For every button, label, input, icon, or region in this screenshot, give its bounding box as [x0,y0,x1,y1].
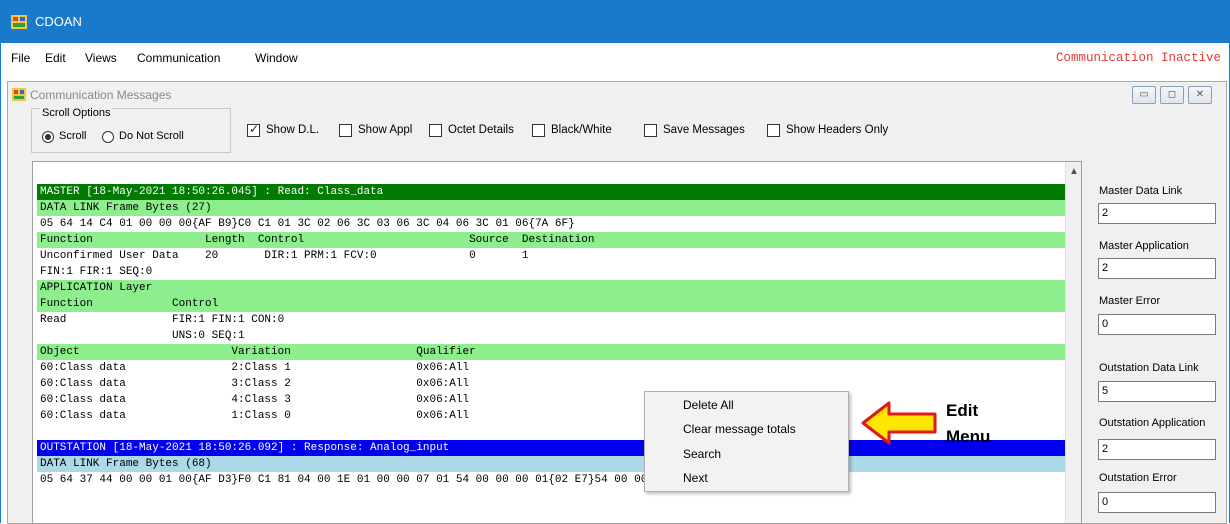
close-button[interactable]: ✕ [1188,86,1212,104]
object-row-text: 60:Class data 1:Class 0 0x06:All [40,410,470,422]
outstation-header-text: OUTSTATION [18-May-2021 18:50:26.092] : … [40,442,450,454]
bytes-row: 05 64 14 C4 01 00 00 00{AF B9}C0 C1 01 3… [37,216,1065,232]
menu-window[interactable]: Window [255,51,298,65]
minimize-button[interactable]: ▭ [1132,86,1156,104]
app-uns-row: UNS:0 SEQ:1 [37,328,1065,344]
edit-context-menu: Delete All Clear message totals Search N… [644,391,849,492]
app-read-text: Read FIR:1 FIN:1 CON:0 [40,314,285,326]
message-log-panel[interactable]: MASTER [18-May-2021 18:50:26.045] : Read… [32,161,1082,524]
outstation-error-label: Outstation Error [1099,472,1177,484]
scroll-options-legend: Scroll Options [40,107,113,119]
dl-columns-row: Function Length Control Source Destinati… [37,232,1065,248]
vertical-scrollbar[interactable]: ▲ [1065,162,1081,523]
dl-columns-text: Function Length Control Source Destinati… [40,234,595,246]
menu-item-search[interactable]: Search [683,447,721,461]
master-data-link-label: Master Data Link [1099,185,1183,197]
dl-frame-row: DATA LINK Frame Bytes (27) [37,200,1065,216]
outstation-data-link-label: Outstation Data Link [1099,362,1199,374]
maximize-button[interactable]: ◻ [1160,86,1184,104]
outstation-application-label: Outstation Application [1099,417,1206,429]
do-not-scroll-radio[interactable] [102,131,114,143]
child-title-bar: Communication Messages ▭ ◻ ✕ [8,82,1226,108]
object-columns-text: Object Variation Qualifier [40,346,476,358]
outstation-error-field[interactable]: 0 [1098,492,1216,513]
menu-bar: File Edit Views Communication Window Com… [1,43,1229,73]
object-row-text: 60:Class data 4:Class 3 0x06:All [40,394,470,406]
do-not-scroll-radio-label: Do Not Scroll [119,130,184,142]
menu-item-next[interactable]: Next [683,471,708,485]
outstation-application-field[interactable]: 2 [1098,439,1216,460]
black-white-label: Black/White [551,124,612,136]
maximize-icon: ◻ [1167,89,1177,100]
menu-item-delete-all[interactable]: Delete All [683,398,734,412]
close-icon: ✕ [1195,89,1205,100]
octet-details-checkbox[interactable] [429,124,442,137]
master-data-link-field[interactable]: 2 [1098,203,1216,224]
menu-file[interactable]: File [11,51,30,65]
app-columns-text: Function Control [40,298,219,310]
scroll-up-arrow-icon[interactable]: ▲ [1069,166,1079,177]
child-window-title: Communication Messages [30,88,172,102]
fin-row: FIN:1 FIR:1 SEQ:0 [37,264,1065,280]
outstation-dl-frame-text: DATA LINK Frame Bytes (68) [40,458,212,470]
menu-edit[interactable]: Edit [45,51,66,65]
app-read-row: Read FIR:1 FIN:1 CON:0 [37,312,1065,328]
window-title: CDOAN [35,14,82,29]
show-dl-checkbox[interactable] [247,122,260,137]
black-white-checkbox[interactable] [532,124,545,137]
show-dl-label: Show D.L. [266,124,320,136]
master-error-field[interactable]: 0 [1098,314,1216,335]
show-headers-only-checkbox[interactable] [767,124,780,137]
object-columns-row: Object Variation Qualifier [37,344,1065,360]
annotation-arrow-icon [861,401,937,445]
dl-values-text: Unconfirmed User Data 20 DIR:1 PRM:1 FCV… [40,250,529,262]
object-row-text: 60:Class data 3:Class 2 0x06:All [40,378,470,390]
scroll-radio[interactable] [42,131,54,143]
outstation-bytes-row: 05 64 37 44 00 00 01 00{AF D3}F0 C1 81 0… [37,472,1065,488]
child-window-icon [12,88,26,101]
menu-communication[interactable]: Communication [137,51,220,65]
show-appl-label: Show Appl [358,124,413,136]
save-messages-label: Save Messages [663,124,745,136]
master-error-label: Master Error [1099,295,1161,307]
scroll-radio-label: Scroll [59,130,87,142]
dl-values-row: Unconfirmed User Data 20 DIR:1 PRM:1 FCV… [37,248,1065,264]
outstation-bytes-text: 05 64 37 44 00 00 01 00{AF D3}F0 C1 81 0… [40,474,668,486]
outstation-dl-frame-row: DATA LINK Frame Bytes (68) [37,456,1065,472]
annotation-menu-label: Menu [946,427,991,446]
fin-text: FIN:1 FIR:1 SEQ:0 [40,266,153,278]
show-appl-checkbox[interactable] [339,124,352,137]
show-headers-only-label: Show Headers Only [786,124,889,136]
octet-details-label: Octet Details [448,124,514,136]
object-row-text: 60:Class data 2:Class 1 0x06:All [40,362,470,374]
master-header-text: MASTER [18-May-2021 18:50:26.045] : Read… [40,186,384,198]
scroll-options-group: Scroll Options Scroll Do Not Scroll [31,107,231,153]
bytes-text: 05 64 14 C4 01 00 00 00{AF B9}C0 C1 01 3… [40,218,575,230]
menu-item-clear-message-totals[interactable]: Clear message totals [683,422,796,436]
app-icon [11,15,27,29]
master-application-field[interactable]: 2 [1098,258,1216,279]
object-row: 60:Class data 3:Class 2 0x06:All [37,376,1065,392]
master-header-row: MASTER [18-May-2021 18:50:26.045] : Read… [37,184,1065,200]
dl-frame-text: DATA LINK Frame Bytes (27) [40,202,212,214]
communication-status: Communication Inactive [1055,51,1221,65]
app-layer-text: APPLICATION Layer [40,282,153,294]
title-bar: CDOAN [1,1,1229,43]
outstation-data-link-field[interactable]: 5 [1098,381,1216,402]
app-window: CDOAN File Edit Views Communication Wind… [0,0,1230,524]
display-options-row: Show D.L. Show Appl Octet Details Black/… [247,122,947,140]
save-messages-checkbox[interactable] [644,124,657,137]
app-columns-row: Function Control [37,296,1065,312]
app-layer-row: APPLICATION Layer [37,280,1065,296]
annotation-edit-label: Edit [946,401,979,420]
master-application-label: Master Application [1099,240,1189,252]
app-uns-text: UNS:0 SEQ:1 [40,330,245,342]
object-row: 60:Class data 2:Class 1 0x06:All [37,360,1065,376]
minimize-icon: ▭ [1139,89,1149,100]
menu-views[interactable]: Views [85,51,117,65]
